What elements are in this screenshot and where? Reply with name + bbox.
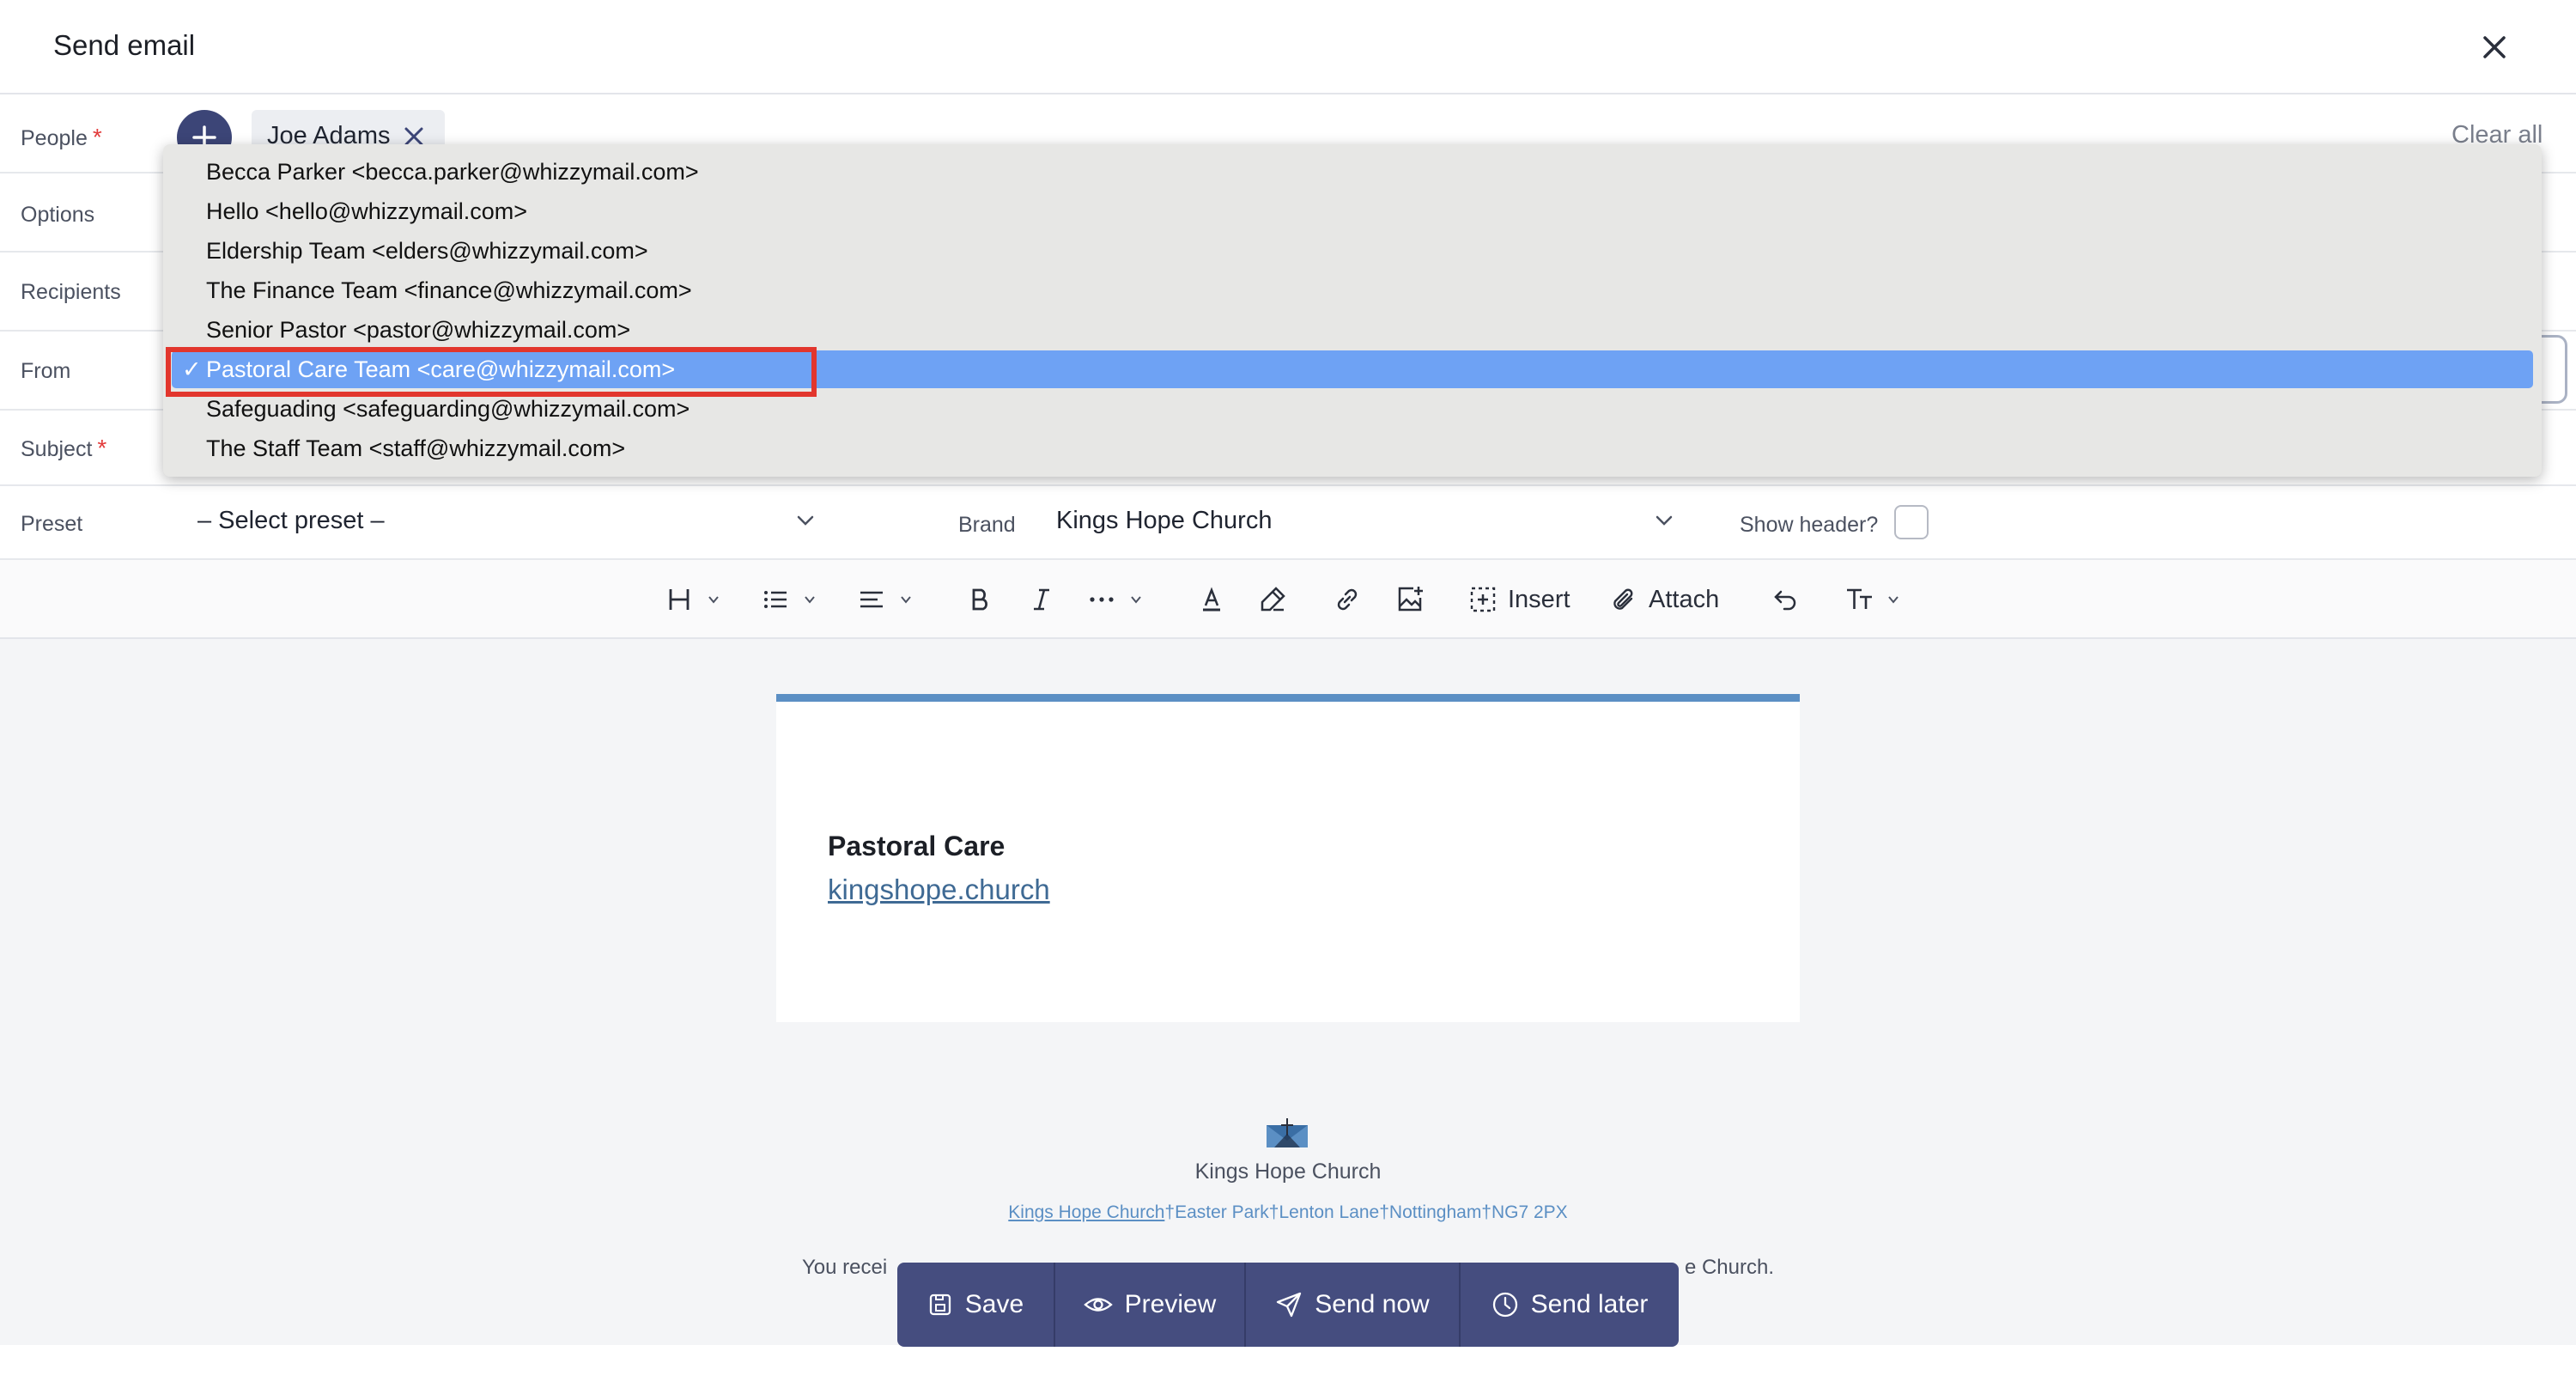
subject-label: Subject * xyxy=(21,435,106,462)
from-option[interactable]: Hello <hello@whizzymail.com> xyxy=(172,192,2533,230)
brand-label: Brand xyxy=(958,513,1016,537)
show-header-label: Show header? xyxy=(1740,513,1879,537)
signature-title: Pastoral Care xyxy=(828,831,1005,861)
recipients-label: Recipients xyxy=(21,280,121,304)
show-header-checkbox[interactable] xyxy=(1894,505,1929,539)
from-option[interactable]: Senior Pastor <pastor@whizzymail.com> xyxy=(172,311,2533,349)
from-option[interactable]: Becca Parker <becca.parker@whizzymail.co… xyxy=(172,153,2533,191)
link-button[interactable] xyxy=(1333,579,1362,620)
insert-icon xyxy=(1470,587,1496,612)
action-bar: Save Preview Send now Send later xyxy=(897,1263,1679,1347)
align-icon xyxy=(860,591,883,608)
highlight-icon xyxy=(1261,587,1285,612)
paperclip-icon xyxy=(1613,588,1633,610)
send-now-label: Send now xyxy=(1315,1290,1430,1318)
image-button[interactable] xyxy=(1394,579,1425,620)
people-label-text: People xyxy=(21,126,88,150)
highlight-button[interactable] xyxy=(1257,579,1288,620)
italic-button[interactable] xyxy=(1027,579,1056,620)
signature-link[interactable]: kingshope.church xyxy=(828,873,1050,906)
from-option-label: Eldership Team <elders@whizzymail.com> xyxy=(206,238,648,264)
save-icon xyxy=(929,1293,951,1316)
image-icon xyxy=(1398,587,1423,612)
undo-button[interactable] xyxy=(1771,579,1800,620)
from-option-label: Hello <hello@whizzymail.com> xyxy=(206,198,528,224)
undo-icon xyxy=(1774,590,1796,611)
email-body-card[interactable]: Pastoral Care kingshope.church xyxy=(776,694,1800,1022)
close-icon xyxy=(2483,36,2506,58)
from-option[interactable]: Eldership Team <elders@whizzymail.com> xyxy=(172,232,2533,270)
list-icon xyxy=(764,591,787,608)
brand-select-value: Kings Hope Church xyxy=(1056,507,1273,534)
preset-select[interactable]: – Select preset – xyxy=(197,507,816,541)
preview-label: Preview xyxy=(1124,1290,1217,1318)
bold-button[interactable] xyxy=(965,579,994,620)
required-mark: * xyxy=(97,435,107,461)
from-option-label: Senior Pastor <pastor@whizzymail.com> xyxy=(206,317,631,343)
heading-icon xyxy=(669,589,690,610)
annotation-highlight-box xyxy=(166,347,817,397)
text-color-button[interactable] xyxy=(1197,579,1226,620)
send-icon xyxy=(1277,1292,1302,1318)
eye-icon xyxy=(1083,1298,1113,1312)
send-now-button[interactable]: Send now xyxy=(1246,1263,1461,1347)
list-button[interactable] xyxy=(761,579,817,620)
attach-label: Attach xyxy=(1649,585,1720,613)
from-option[interactable]: The Finance Team <finance@whizzymail.com… xyxy=(172,271,2533,309)
chevron-down-icon xyxy=(708,596,719,604)
footer-note-left: You recei xyxy=(802,1256,888,1279)
preset-select-value: – Select preset – xyxy=(197,507,385,534)
chevron-down-icon[interactable] xyxy=(1654,510,1674,531)
save-label: Save xyxy=(964,1290,1024,1318)
more-icon xyxy=(1090,597,1114,602)
people-label: People * xyxy=(21,124,102,151)
align-button[interactable] xyxy=(857,579,914,620)
church-logo-icon xyxy=(1267,1118,1308,1147)
footer-note-right: e Church. xyxy=(1684,1256,1774,1279)
clock-icon xyxy=(1492,1292,1517,1318)
chevron-down-icon xyxy=(797,515,814,526)
bold-icon xyxy=(972,588,987,611)
footer-address: Kings Hope Church†Easter Park†Lenton Lan… xyxy=(0,1202,2576,1223)
from-option[interactable]: The Staff Team <staff@whizzymail.com> xyxy=(172,429,2533,467)
insert-button[interactable]: Insert xyxy=(1468,579,1571,620)
font-size-button[interactable] xyxy=(1844,579,1901,620)
more-formatting-button[interactable] xyxy=(1087,579,1144,620)
preset-label: Preset xyxy=(21,512,83,536)
font-size-icon xyxy=(1847,588,1872,609)
footer-address-link[interactable]: Kings Hope Church xyxy=(1008,1202,1164,1222)
close-button[interactable] xyxy=(2473,26,2516,69)
editor-toolbar: Insert Attach xyxy=(0,560,2576,639)
attach-button[interactable]: Attach xyxy=(1609,579,1719,620)
text-color-icon xyxy=(1203,587,1220,612)
italic-icon xyxy=(1034,588,1049,611)
chevron-down-icon xyxy=(1888,596,1899,604)
from-label: From xyxy=(21,359,71,383)
from-option-label: Becca Parker <becca.parker@whizzymail.co… xyxy=(206,159,699,185)
from-option-label: The Finance Team <finance@whizzymail.com… xyxy=(206,277,692,303)
subject-label-text: Subject xyxy=(21,437,93,461)
footer-org-name: Kings Hope Church xyxy=(1194,1160,1382,1184)
modal-header: Send email xyxy=(0,0,2576,94)
required-mark: * xyxy=(92,124,102,150)
modal-title: Send email xyxy=(53,29,196,61)
options-label: Options xyxy=(21,203,95,227)
save-button[interactable]: Save xyxy=(897,1263,1055,1347)
brand-select[interactable]: Kings Hope Church xyxy=(1056,507,1272,535)
send-later-label: Send later xyxy=(1530,1290,1649,1318)
link-icon xyxy=(1337,588,1358,611)
chevron-down-icon xyxy=(805,596,815,604)
from-dropdown-menu: Becca Parker <becca.parker@whizzymail.co… xyxy=(163,144,2542,477)
footer-address-rest: †Easter Park†Lenton Lane†Nottingham†NG7 … xyxy=(1164,1202,1568,1222)
heading-button[interactable] xyxy=(665,579,721,620)
chevron-down-icon xyxy=(901,596,911,604)
from-select[interactable] xyxy=(2542,335,2567,404)
send-later-button[interactable]: Send later xyxy=(1461,1263,1679,1347)
from-option-label: Safeguading <safeguarding@whizzymail.com… xyxy=(206,396,690,422)
from-option-label: The Staff Team <staff@whizzymail.com> xyxy=(206,435,626,461)
preview-button[interactable]: Preview xyxy=(1055,1263,1246,1347)
insert-label: Insert xyxy=(1508,585,1571,613)
chevron-down-icon xyxy=(1131,596,1141,604)
